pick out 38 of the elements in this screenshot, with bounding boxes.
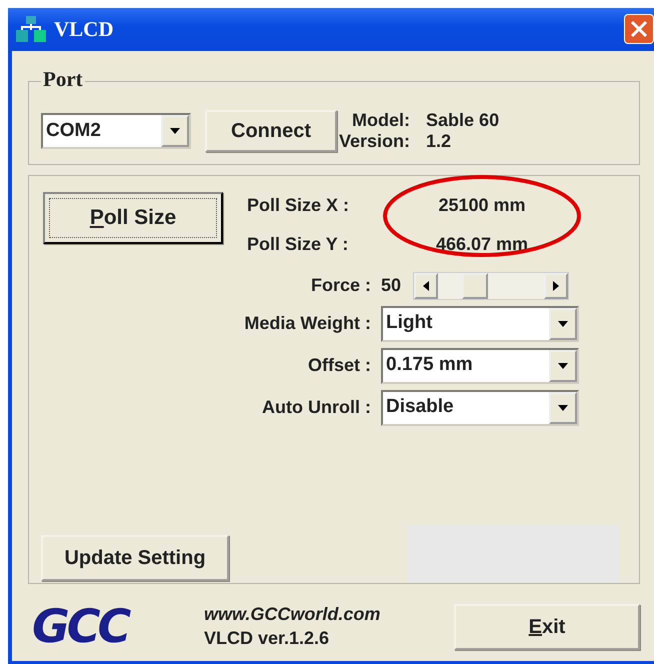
scroll-left-button[interactable]	[414, 272, 438, 299]
window-title: VLCD	[54, 16, 114, 43]
dropdown-arrow-icon	[558, 404, 568, 411]
dropdown-arrow-icon	[558, 362, 568, 369]
left-arrow-icon	[423, 280, 430, 291]
info-value: 1.2	[426, 131, 452, 154]
setting-label: Media Weight :	[243, 312, 371, 336]
version-text: VLCD ver.1.2.6	[204, 626, 330, 650]
poll-label: Poll Size Y :	[247, 232, 350, 256]
poll-size-button[interactable]: Poll Size	[43, 192, 223, 244]
slider-thumb[interactable]	[462, 272, 488, 299]
poll-value: 466.07 mm	[434, 232, 530, 256]
logo: GCC	[32, 598, 130, 655]
poll-label: Poll Size X :	[247, 194, 350, 217]
app-icon	[16, 16, 46, 42]
dropdown-arrow-icon	[558, 320, 568, 327]
info-label: Version:	[339, 131, 410, 154]
connect-button[interactable]: Connect	[205, 110, 337, 152]
force-reading: 50	[381, 274, 402, 298]
close-button[interactable]	[624, 14, 654, 44]
setting-dropdown[interactable]: Light	[381, 306, 579, 342]
dropdown-arrow-icon	[170, 128, 180, 134]
info-value: Sable 60	[426, 110, 500, 132]
setting-label: Force :	[310, 274, 371, 298]
right-arrow-icon	[553, 280, 560, 291]
force-slider[interactable]	[413, 272, 570, 300]
website-link[interactable]: www.GCCworld.com	[204, 603, 380, 626]
port-dropdown[interactable]: COM2	[41, 113, 191, 150]
setting-dropdown[interactable]: 0.175 mm	[381, 348, 579, 384]
poll-value: 25100 mm	[437, 194, 527, 217]
exit-button[interactable]: Exit	[454, 604, 640, 650]
setting-label: Auto Unroll :	[261, 396, 371, 420]
setting-label: Offset :	[307, 354, 371, 378]
info-label: Model:	[351, 110, 410, 132]
update-setting-button[interactable]: Update Setting	[41, 535, 229, 581]
close-icon	[630, 20, 648, 38]
scroll-right-button[interactable]	[544, 272, 568, 299]
setting-dropdown[interactable]: Disable	[381, 390, 579, 426]
